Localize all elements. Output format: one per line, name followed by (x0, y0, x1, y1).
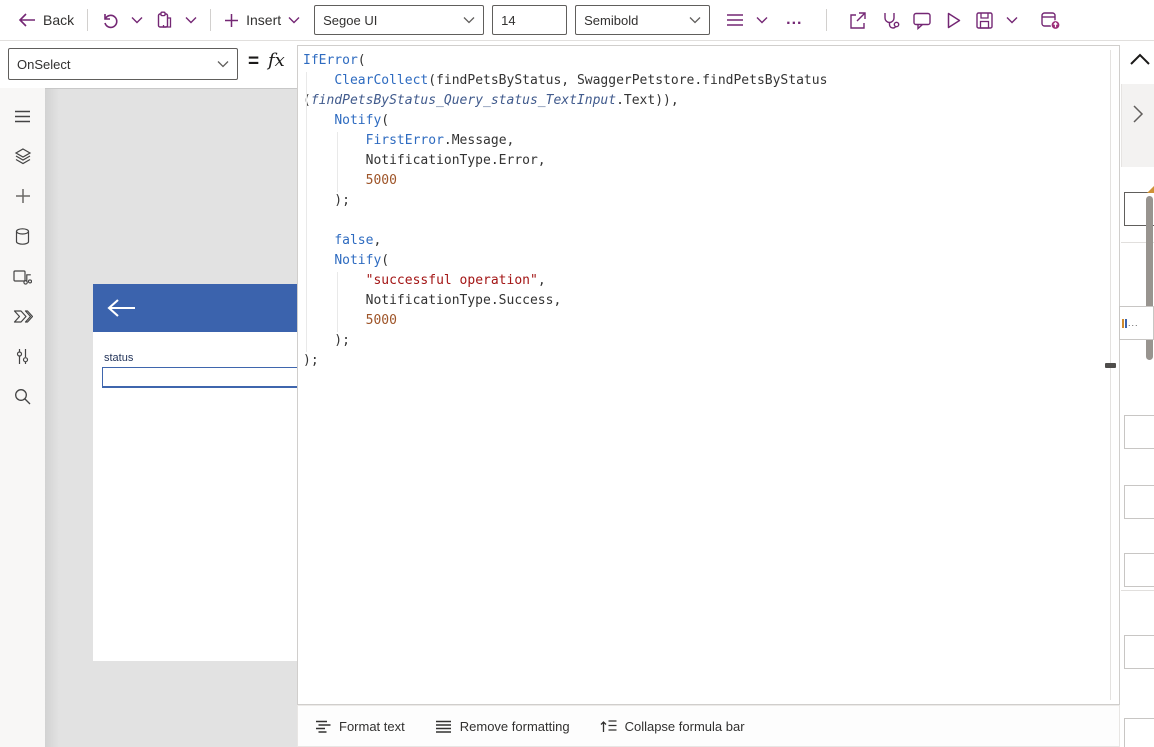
formula-code[interactable]: IfError( ClearCollect(findPetsByStatus, … (303, 51, 827, 371)
right-panel-field-clipped[interactable] (1124, 718, 1154, 747)
undo-dropdown-chevron[interactable] (125, 4, 149, 36)
indent-guide (337, 132, 338, 192)
formula-scrollbar-thumb[interactable] (1105, 363, 1116, 368)
screen-header-rectangle[interactable] (93, 284, 313, 332)
text-align-chevron[interactable] (750, 4, 774, 36)
insert-label: Insert (246, 12, 281, 28)
publish-button[interactable] (1034, 4, 1068, 36)
fx-icon: fx (268, 50, 285, 71)
expand-right-pane-chevron[interactable] (1132, 104, 1144, 124)
remove-formatting-button[interactable]: Remove formatting (435, 719, 570, 734)
media-icon[interactable] (0, 256, 45, 296)
share-button[interactable] (842, 4, 874, 36)
text-align-button[interactable] (720, 4, 750, 36)
design-canvas[interactable]: status GET (45, 88, 297, 747)
right-panel-field-clipped[interactable] (1124, 553, 1154, 587)
formula-bar-panel: IfError( ClearCollect(findPetsByStatus, … (297, 45, 1120, 705)
top-toolbar: Back Insert Segoe UI 14 Semibold ... (0, 0, 1154, 41)
insert-button[interactable]: Insert (218, 4, 306, 36)
font-size-input[interactable]: 14 (492, 5, 567, 35)
power-automate-icon[interactable] (0, 296, 45, 336)
comments-button[interactable] (906, 4, 938, 36)
tree-view-icon[interactable] (0, 136, 45, 176)
right-panel-field-clipped[interactable] (1124, 635, 1154, 669)
phone-screen[interactable]: status GET (93, 284, 313, 661)
mini-color-bar (1125, 319, 1127, 328)
indent-guide (306, 72, 307, 352)
collapse-formula-bar-button[interactable]: Collapse formula bar (600, 719, 745, 734)
collapse-formula-bar-label: Collapse formula bar (625, 719, 745, 734)
divider (87, 9, 88, 31)
toolbar-overflow-button[interactable]: ... (780, 4, 808, 36)
menu-icon[interactable] (0, 96, 45, 136)
property-value: OnSelect (17, 57, 70, 72)
warning-marker (1147, 185, 1154, 193)
font-weight-value: Semibold (584, 13, 638, 28)
mini-color-bar (1122, 319, 1124, 328)
left-navigation-rail (0, 88, 45, 747)
insert-panel-icon[interactable] (0, 176, 45, 216)
right-panel-item-clipped[interactable]: ... (1119, 306, 1154, 340)
data-icon[interactable] (0, 216, 45, 256)
formula-bar-collapse-chevron[interactable] (1129, 52, 1151, 71)
format-text-label: Format text (339, 719, 405, 734)
remove-formatting-label: Remove formatting (460, 719, 570, 734)
formula-footer-bar: Format text Remove formatting Collapse f… (297, 705, 1120, 747)
right-panel-field-clipped[interactable] (1124, 415, 1154, 449)
status-field-label: status (104, 352, 133, 364)
right-pane-collapsed (1121, 84, 1154, 167)
undo-button[interactable] (95, 4, 125, 36)
property-select[interactable]: OnSelect (8, 48, 238, 80)
app-checker-button[interactable] (874, 4, 906, 36)
overflow-label: ... (786, 11, 802, 29)
search-icon[interactable] (0, 376, 45, 416)
format-text-button[interactable]: Format text (314, 719, 405, 734)
screen-back-arrow-icon[interactable] (105, 297, 137, 319)
font-size-value: 14 (501, 13, 515, 28)
right-panel-divider (1121, 590, 1154, 591)
divider (826, 9, 827, 31)
font-weight-select[interactable]: Semibold (575, 5, 710, 35)
back-button[interactable]: Back (12, 4, 80, 36)
font-family-value: Segoe UI (323, 13, 377, 28)
paste-dropdown-chevron[interactable] (179, 4, 203, 36)
back-label: Back (43, 12, 74, 28)
equals-sign: = (248, 51, 259, 73)
divider (210, 9, 211, 31)
save-dropdown-chevron[interactable] (1000, 4, 1024, 36)
mini-ellipsis: ... (1128, 318, 1139, 328)
formula-scrollbar-track[interactable] (1110, 50, 1111, 700)
right-panel-field-clipped[interactable] (1124, 485, 1154, 519)
variables-icon[interactable] (0, 336, 45, 376)
status-text-input[interactable] (102, 367, 317, 388)
paste-button[interactable] (149, 4, 179, 36)
save-button[interactable] (969, 4, 1000, 36)
preview-play-button[interactable] (938, 4, 969, 36)
font-family-select[interactable]: Segoe UI (314, 5, 484, 35)
indent-guide (337, 272, 338, 332)
